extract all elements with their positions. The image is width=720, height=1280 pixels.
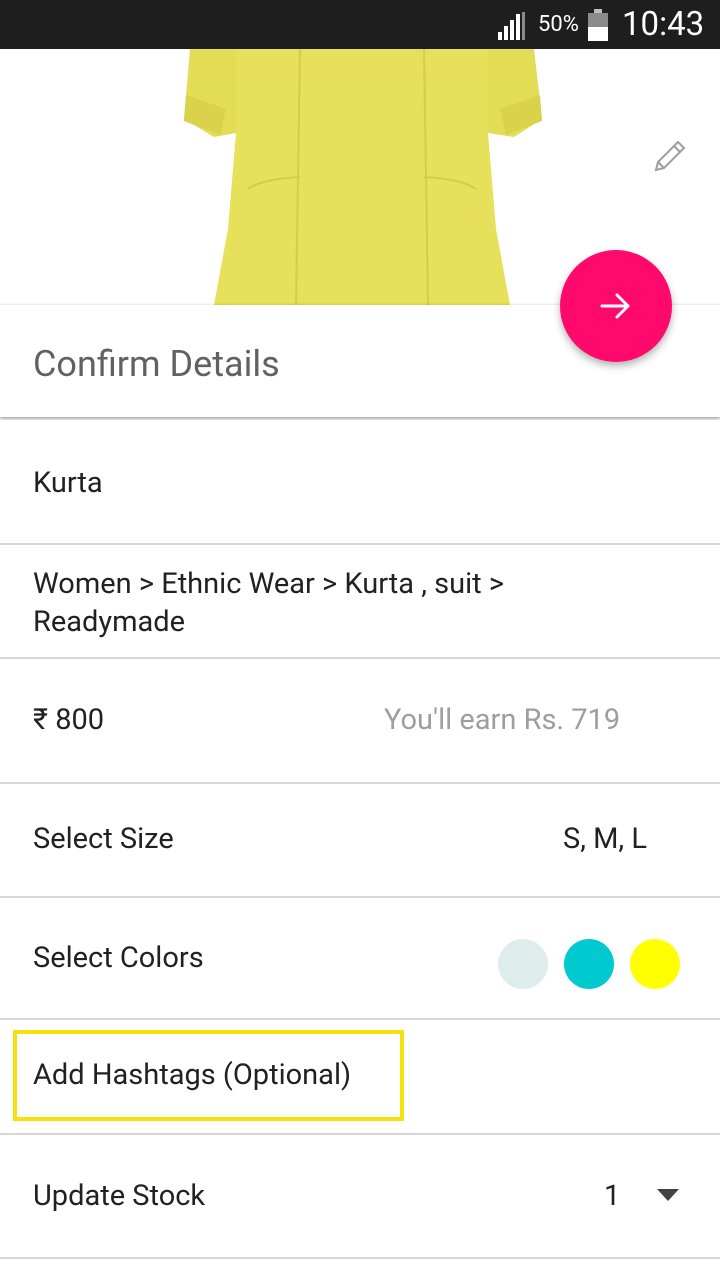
next-button[interactable]	[560, 250, 672, 362]
color-swatch[interactable]	[564, 939, 614, 989]
earnings-text: You'll earn Rs. 719	[384, 703, 621, 737]
status-bar: 50% 10:43	[0, 0, 720, 49]
status-clock: 10:43	[622, 5, 705, 44]
add-hashtags-label: Add Hashtags (Optional)	[33, 1058, 352, 1092]
select-colors-label: Select Colors	[33, 941, 204, 975]
price-value: ₹ 800	[33, 703, 105, 737]
pencil-icon[interactable]	[650, 136, 690, 176]
price-row[interactable]: ₹ 800 You'll earn Rs. 719	[0, 659, 720, 784]
selected-sizes: S, M, L	[563, 822, 647, 856]
select-colors-row[interactable]: Select Colors	[0, 898, 720, 1020]
category-row[interactable]: Women > Ethnic Wear > Kurta , suit > Rea…	[0, 545, 720, 659]
stock-value[interactable]: 1	[604, 1179, 620, 1213]
color-swatch[interactable]	[498, 939, 548, 989]
signal-icon	[498, 12, 525, 40]
select-size-row[interactable]: Select Size S, M, L	[0, 784, 720, 898]
category-path: Women > Ethnic Wear > Kurta , suit > Rea…	[33, 567, 505, 639]
battery-percent: 50%	[538, 12, 579, 37]
arrow-right-icon	[600, 293, 630, 319]
product-title: Kurta	[33, 466, 103, 500]
update-stock-row[interactable]: Update Stock 1	[0, 1135, 720, 1259]
product-title-row[interactable]: Kurta	[0, 420, 720, 545]
battery-icon	[588, 9, 608, 41]
dropdown-arrow-icon[interactable]	[657, 1189, 679, 1201]
color-swatch[interactable]	[630, 939, 680, 989]
update-stock-label: Update Stock	[33, 1179, 206, 1213]
add-hashtags-row[interactable]: Add Hashtags (Optional)	[0, 1020, 720, 1135]
page-title: Confirm Details	[33, 343, 280, 385]
select-size-label: Select Size	[33, 822, 174, 856]
